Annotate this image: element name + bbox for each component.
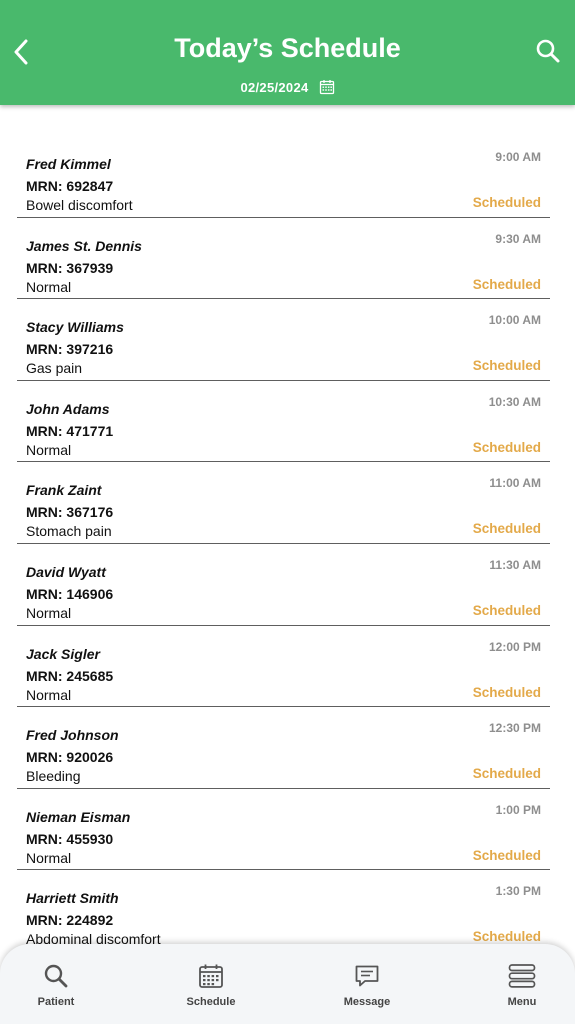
- patient-name: Fred Johnson: [26, 727, 119, 744]
- search-icon: [44, 964, 68, 988]
- patient-name: John Adams: [26, 400, 110, 417]
- appointment-time: 1:00 PM: [495, 802, 541, 817]
- patient-mrn: MRN: 455930: [26, 830, 114, 847]
- patient-mrn: MRN: 367176: [26, 504, 114, 521]
- visit-reason: Normal: [26, 604, 72, 621]
- patient-mrn: MRN: 245685: [26, 667, 114, 684]
- patient-mrn: MRN: 224892: [26, 912, 114, 929]
- appointment-row[interactable]: Fred Johnson MRN: 920026 Bleeding 12:30 …: [17, 707, 550, 789]
- tab-label: Message: [343, 996, 391, 1008]
- appointment-row[interactable]: Fred Kimmel MRN: 692847 Bowel discomfort…: [17, 136, 550, 218]
- status-badge: Scheduled: [472, 602, 541, 618]
- visit-reason: Normal: [26, 441, 72, 458]
- page-title: Today’s Schedule: [174, 33, 401, 63]
- patient-mrn: MRN: 920026: [26, 749, 114, 766]
- status-badge: Scheduled: [472, 521, 541, 537]
- appointment-row[interactable]: Jack Sigler MRN: 245685 Normal 12:00 PM …: [17, 626, 550, 708]
- appointment-row[interactable]: John Adams MRN: 471771 Normal 10:30 AM S…: [17, 381, 550, 463]
- tab-schedule[interactable]: Schedule: [171, 962, 251, 1008]
- appointment-time: 12:30 PM: [488, 721, 541, 736]
- status-badge: Scheduled: [472, 358, 541, 374]
- patient-mrn: MRN: 146906: [26, 585, 114, 602]
- visit-reason: Normal: [26, 686, 72, 703]
- visit-reason: Normal: [26, 849, 72, 866]
- appointment-time: 9:00 AM: [495, 150, 541, 164]
- appointment-row[interactable]: Frank Zaint MRN: 367176 Stomach pain 11:…: [17, 462, 550, 544]
- appointment-time: 10:30 AM: [488, 394, 541, 409]
- patient-name: Jack Sigler: [26, 645, 100, 662]
- appointment-time: 11:30 AM: [489, 557, 541, 572]
- appointment-time: 10:00 AM: [488, 313, 541, 328]
- appointment-time: 1:30 PM: [495, 884, 541, 899]
- tab-message[interactable]: Message: [327, 962, 407, 1008]
- patient-mrn: MRN: 471771: [26, 422, 114, 439]
- appointment-row[interactable]: Nieman Eisman MRN: 455930 Normal 1:00 PM…: [17, 789, 550, 871]
- tab-label: Schedule: [186, 996, 236, 1008]
- header: Today’s Schedule 02/25/2024: [0, 0, 575, 105]
- status-badge: Scheduled: [472, 929, 541, 945]
- status-badge: Scheduled: [472, 439, 541, 455]
- date-picker-button[interactable]: [319, 79, 335, 95]
- bottom-tab-bar: Patient Schedule Message Menu: [0, 944, 575, 1024]
- patient-name: Frank Zaint: [26, 482, 102, 499]
- visit-reason: Normal: [26, 278, 72, 295]
- patient-name: James St. Dennis: [26, 237, 142, 254]
- patient-mrn: MRN: 397216: [26, 341, 114, 358]
- patient-name: Nieman Eisman: [26, 808, 131, 825]
- patient-name: David Wyatt: [26, 563, 106, 580]
- date-row: 02/25/2024: [0, 79, 575, 95]
- tab-label: Patient: [37, 996, 75, 1008]
- appointment-time: 11:00 AM: [489, 476, 541, 491]
- message-icon: [355, 965, 379, 987]
- appointment-row[interactable]: Stacy Williams MRN: 397216 Gas pain 10:0…: [17, 299, 550, 381]
- tab-patient[interactable]: Patient: [16, 962, 96, 1008]
- status-badge: Scheduled: [472, 684, 541, 700]
- tab-menu[interactable]: Menu: [482, 962, 562, 1008]
- appointment-time: 9:30 AM: [495, 231, 541, 246]
- appointment-row[interactable]: James St. Dennis MRN: 367939 Normal 9:30…: [17, 218, 550, 300]
- visit-reason: Gas pain: [26, 360, 83, 377]
- patient-name: Fred Kimmel: [26, 156, 111, 172]
- visit-reason: Stomach pain: [26, 523, 112, 540]
- search-icon: [536, 39, 560, 63]
- appointment-row[interactable]: Harriett Smith MRN: 224892 Abdominal dis…: [17, 870, 550, 952]
- patient-name: Harriett Smith: [26, 890, 119, 907]
- status-badge: Scheduled: [472, 766, 541, 782]
- patient-mrn: MRN: 692847: [26, 178, 114, 194]
- calendar-icon: [319, 80, 334, 95]
- calendar-icon: [199, 964, 223, 988]
- appointment-list: Fred Kimmel MRN: 692847 Bowel discomfort…: [17, 136, 550, 952]
- appointment-row[interactable]: David Wyatt MRN: 146906 Normal 11:30 AM …: [17, 544, 550, 626]
- status-badge: Scheduled: [472, 276, 541, 292]
- appointment-time: 12:00 PM: [488, 639, 541, 654]
- visit-reason: Bowel discomfort: [26, 197, 133, 213]
- visit-reason: Bleeding: [26, 768, 81, 785]
- menu-icon: [508, 964, 536, 988]
- status-badge: Scheduled: [472, 847, 541, 863]
- patient-mrn: MRN: 367939: [26, 259, 114, 276]
- search-button[interactable]: [533, 36, 563, 66]
- status-badge: Scheduled: [472, 195, 541, 210]
- schedule-date: 02/25/2024: [240, 79, 309, 95]
- patient-name: Stacy Williams: [26, 319, 124, 336]
- tab-label: Menu: [507, 996, 537, 1008]
